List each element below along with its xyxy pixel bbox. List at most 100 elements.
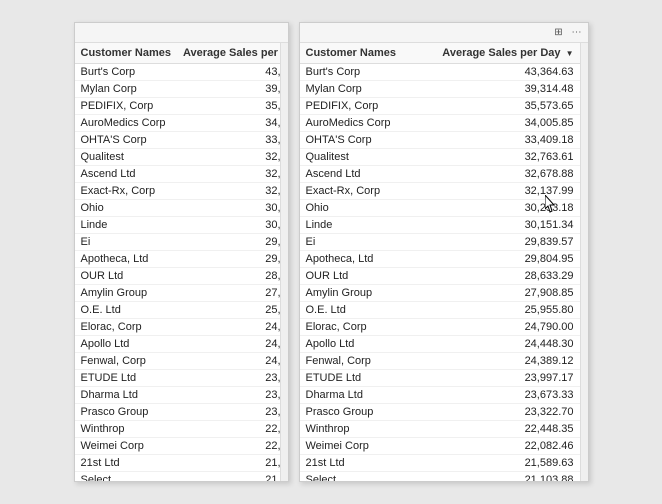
table-row[interactable]: Amylin Group 27,908.85 [300, 285, 580, 302]
table-row[interactable]: Weimei Corp 22,082.46 [75, 438, 280, 455]
table-row[interactable]: Mylan Corp 39,314.48 [75, 81, 280, 98]
table-row[interactable]: Elorac, Corp 24,790.00 [75, 319, 280, 336]
table-row[interactable]: Exact-Rx, Corp 32,137.99 [75, 183, 280, 200]
table-row[interactable]: Qualitest 32,763.61 [75, 149, 280, 166]
table-row[interactable]: Mylan Corp 39,314.48 [300, 81, 580, 98]
table-row[interactable]: OHTA'S Corp 33,409.18 [75, 132, 280, 149]
left-scrollbar[interactable] [280, 43, 288, 481]
left-panel: Customer Names Average Sales per Day ▼ B… [74, 22, 289, 482]
customer-name: Prasco Group [300, 404, 417, 421]
table-row[interactable]: Qualitest 32,763.61 [300, 149, 580, 166]
table-row[interactable]: ETUDE Ltd 23,997.17 [300, 370, 580, 387]
customer-name: Exact-Rx, Corp [75, 183, 177, 200]
table-row[interactable]: Ascend Ltd 32,678.88 [75, 166, 280, 183]
right-expand-icon[interactable]: ⊞ [552, 26, 566, 40]
left-panel-body: Customer Names Average Sales per Day ▼ B… [75, 43, 288, 481]
customer-name: Mylan Corp [300, 81, 417, 98]
table-row[interactable]: Ei 29,839.57 [75, 234, 280, 251]
table-row[interactable]: Select 21,103.88 [75, 472, 280, 482]
table-row[interactable]: Linde 30,151.34 [300, 217, 580, 234]
right-more-icon[interactable]: ⋯ [570, 26, 584, 40]
table-row[interactable]: Apollo Ltd 24,448.30 [300, 336, 580, 353]
table-row[interactable]: Burt's Corp 43,364.63 [300, 64, 580, 81]
table-row[interactable]: Fenwal, Corp 24,389.12 [75, 353, 280, 370]
table-row[interactable]: 21st Ltd 21,589.63 [75, 455, 280, 472]
sales-value: 33,409.18 [177, 132, 280, 149]
table-row[interactable]: ETUDE Ltd 23,997.17 [75, 370, 280, 387]
table-row[interactable]: AuroMedics Corp 34,005.85 [75, 115, 280, 132]
sales-value: 24,448.30 [177, 336, 280, 353]
right-table-container[interactable]: Customer Names Average Sales per Day ▼ B… [300, 43, 580, 481]
table-row[interactable]: O.E. Ltd 25,955.80 [300, 302, 580, 319]
table-row[interactable]: Winthrop 22,448.35 [300, 421, 580, 438]
right-table: Customer Names Average Sales per Day ▼ B… [300, 43, 580, 481]
table-row[interactable]: OUR Ltd 28,633.29 [300, 268, 580, 285]
table-row[interactable]: Fenwal, Corp 24,389.12 [300, 353, 580, 370]
table-row[interactable]: Select 21,103.88 [300, 472, 580, 482]
customer-name: Apotheca, Ltd [300, 251, 417, 268]
customer-name: Apollo Ltd [75, 336, 177, 353]
customer-name: Qualitest [75, 149, 177, 166]
table-row[interactable]: O.E. Ltd 25,955.80 [75, 302, 280, 319]
sales-value: 22,448.35 [416, 421, 579, 438]
table-row[interactable]: Prasco Group 23,322.70 [75, 404, 280, 421]
customer-name: Amylin Group [300, 285, 417, 302]
customer-name: OHTA'S Corp [75, 132, 177, 149]
sales-value: 29,804.95 [177, 251, 280, 268]
table-row[interactable]: Linde 30,151.34 [75, 217, 280, 234]
table-row[interactable]: Prasco Group 23,322.70 [300, 404, 580, 421]
right-scrollbar[interactable] [580, 43, 588, 481]
customer-name: PEDIFIX, Corp [75, 98, 177, 115]
sales-value: 32,763.61 [177, 149, 280, 166]
customer-name: AuroMedics Corp [75, 115, 177, 132]
table-row[interactable]: Amylin Group 27,908.85 [75, 285, 280, 302]
table-row[interactable]: PEDIFIX, Corp 35,573.65 [75, 98, 280, 115]
customer-name: Qualitest [300, 149, 417, 166]
table-row[interactable]: AuroMedics Corp 34,005.85 [300, 115, 580, 132]
sales-value: 23,673.33 [416, 387, 579, 404]
table-row[interactable]: Exact-Rx, Corp 32,137.99 [300, 183, 580, 200]
sales-value: 22,448.35 [177, 421, 280, 438]
left-col-customer[interactable]: Customer Names [75, 43, 177, 64]
table-row[interactable]: Ei 29,839.57 [300, 234, 580, 251]
table-row[interactable]: Weimei Corp 22,082.46 [300, 438, 580, 455]
sales-value: 21,103.88 [177, 472, 280, 482]
left-table-container[interactable]: Customer Names Average Sales per Day ▼ B… [75, 43, 280, 481]
table-row[interactable]: PEDIFIX, Corp 35,573.65 [300, 98, 580, 115]
table-row[interactable]: Apotheca, Ltd 29,804.95 [75, 251, 280, 268]
table-row[interactable]: Burt's Corp 43,364.63 [75, 64, 280, 81]
customer-name: Dharma Ltd [75, 387, 177, 404]
table-row[interactable]: Apollo Ltd 24,448.30 [75, 336, 280, 353]
customer-name: ETUDE Ltd [75, 370, 177, 387]
sales-value: 23,322.70 [177, 404, 280, 421]
customer-name: PEDIFIX, Corp [300, 98, 417, 115]
sales-value: 21,103.88 [416, 472, 579, 482]
sales-value: 23,673.33 [177, 387, 280, 404]
right-panel-toolbar: ⊞ ⋯ [300, 23, 588, 43]
customer-name: Burt's Corp [75, 64, 177, 81]
sales-value: 28,633.29 [416, 268, 579, 285]
left-col-sales[interactable]: Average Sales per Day ▼ [177, 43, 280, 64]
table-row[interactable]: OUR Ltd 28,633.29 [75, 268, 280, 285]
right-col-sales[interactable]: Average Sales per Day ▼ [416, 43, 579, 64]
table-row[interactable]: Ohio 30,253.18 [300, 200, 580, 217]
workspace: Customer Names Average Sales per Day ▼ B… [0, 0, 662, 504]
table-row[interactable]: Elorac, Corp 24,790.00 [300, 319, 580, 336]
customer-name: Weimei Corp [75, 438, 177, 455]
right-col-customer[interactable]: Customer Names [300, 43, 417, 64]
table-row[interactable]: Dharma Ltd 23,673.33 [75, 387, 280, 404]
customer-name: Fenwal, Corp [300, 353, 417, 370]
customer-name: Ascend Ltd [75, 166, 177, 183]
table-row[interactable]: Winthrop 22,448.35 [75, 421, 280, 438]
table-row[interactable]: Apotheca, Ltd 29,804.95 [300, 251, 580, 268]
customer-name: AuroMedics Corp [300, 115, 417, 132]
sales-value: 21,589.63 [416, 455, 579, 472]
table-row[interactable]: Ascend Ltd 32,678.88 [300, 166, 580, 183]
customer-name: Apotheca, Ltd [75, 251, 177, 268]
table-row[interactable]: OHTA'S Corp 33,409.18 [300, 132, 580, 149]
table-row[interactable]: 21st Ltd 21,589.63 [300, 455, 580, 472]
table-row[interactable]: Dharma Ltd 23,673.33 [300, 387, 580, 404]
sales-value: 30,253.18 [416, 200, 579, 217]
table-row[interactable]: Ohio 30,253.18 [75, 200, 280, 217]
sales-value: 32,137.99 [177, 183, 280, 200]
